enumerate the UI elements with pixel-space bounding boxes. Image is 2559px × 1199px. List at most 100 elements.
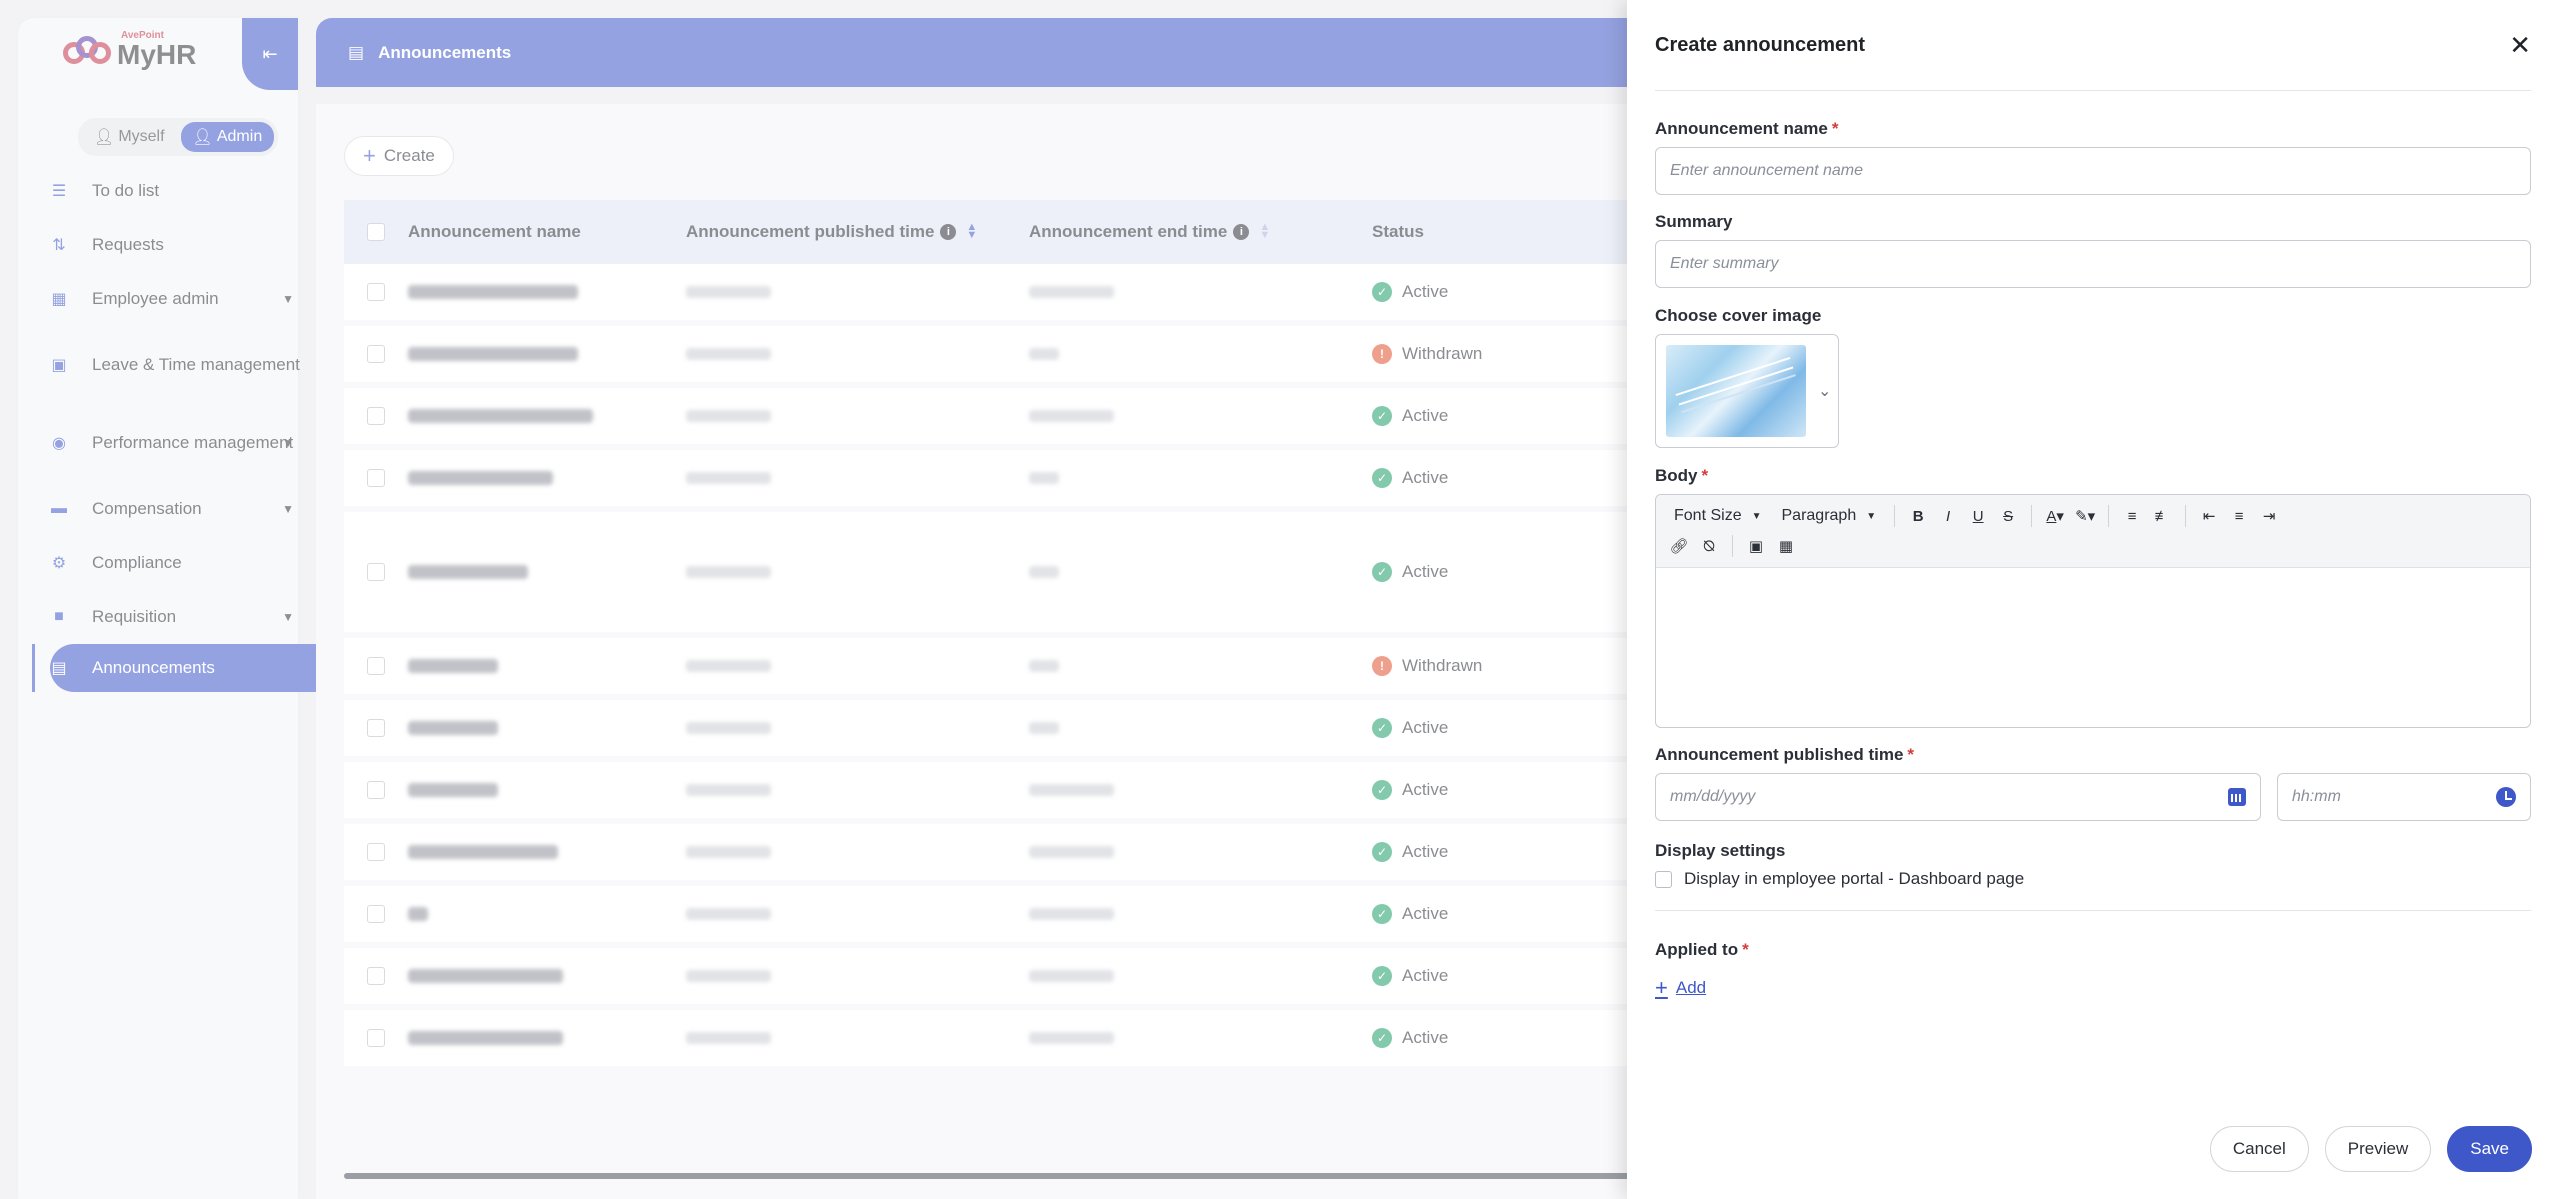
announcement-name-cell[interactable] <box>408 565 528 579</box>
close-icon[interactable]: ✕ <box>2509 32 2531 58</box>
cancel-button[interactable]: Cancel <box>2209 1126 2309 1172</box>
sidebar-item-to-do-list[interactable]: ☰ To do list <box>32 164 316 218</box>
select-all-checkbox[interactable] <box>367 223 385 241</box>
body-rich-text-editor: Font Size ▼ Paragraph ▼ B I U S A ▾ ✎▾ ≡ ≢ … <box>1655 494 2531 728</box>
sidebar-item-employee-admin[interactable]: ▦ Employee admin ▼ <box>32 272 316 326</box>
announcement-name-cell[interactable] <box>408 721 498 735</box>
cover-image-select[interactable]: ⌄ <box>1655 334 1839 448</box>
info-icon[interactable]: i <box>940 224 957 240</box>
status-badge: ✓ Active <box>1372 966 1448 986</box>
align-right-icon[interactable]: ⇥ <box>2256 503 2282 529</box>
column-header-end-time[interactable]: Announcement end time i ▲ ▼ <box>1029 222 1372 242</box>
create-button[interactable]: + Create <box>344 136 454 176</box>
save-button[interactable]: Save <box>2447 1126 2532 1172</box>
italic-icon[interactable]: I <box>1935 503 1961 529</box>
bold-icon[interactable]: B <box>1905 503 1931 529</box>
end-time-cell <box>1029 286 1114 298</box>
display-dashboard-checkbox[interactable] <box>1655 870 1672 888</box>
briefcase-icon: ■ <box>54 608 64 625</box>
announcement-name-cell[interactable] <box>408 471 553 485</box>
collapse-arrow-icon: ⇤ <box>262 43 278 64</box>
info-icon[interactable]: i <box>1233 224 1250 240</box>
column-header-published[interactable]: Announcement published time i ▲ ▼ <box>686 222 1029 242</box>
link-icon[interactable]: 🔗︎ <box>1666 533 1692 559</box>
announcement-name-cell[interactable] <box>408 969 563 983</box>
sidebar-item-announcements[interactable]: ▤ Announcements <box>32 644 316 692</box>
published-time-cell <box>686 348 771 360</box>
row-checkbox[interactable] <box>367 967 385 985</box>
underline-icon[interactable]: U <box>1965 503 1991 529</box>
check-circle-icon: ✓ <box>1372 282 1392 302</box>
strikethrough-icon[interactable]: S <box>1995 503 2021 529</box>
font-size-select[interactable]: Font Size ▼ <box>1666 502 1770 530</box>
row-checkbox[interactable] <box>367 905 385 923</box>
cover-image-label: Choose cover image <box>1655 306 1822 325</box>
published-time-cell <box>686 472 771 484</box>
align-center-icon[interactable]: ≡ <box>2226 503 2252 529</box>
myself-toggle[interactable]: 👤︎ Myself <box>82 122 177 152</box>
announcement-name-cell[interactable] <box>408 347 578 361</box>
divider <box>1655 910 2531 911</box>
status-badge: ✓ Active <box>1372 468 1448 488</box>
sidebar-item-requests[interactable]: ⇅ Requests <box>32 218 316 272</box>
sidebar-item-performance[interactable]: ◉ Performance management ▼ <box>32 404 316 482</box>
collapse-sidebar-button[interactable]: ⇤ <box>242 18 298 90</box>
row-checkbox[interactable] <box>367 469 385 487</box>
table-icon[interactable]: ▦ <box>1773 533 1799 559</box>
date-input[interactable]: mm/dd/yyyy <box>1655 773 2261 821</box>
numbered-list-icon[interactable]: ≢ <box>2149 503 2175 529</box>
paragraph-select[interactable]: Paragraph ▼ <box>1774 502 1885 530</box>
row-checkbox[interactable] <box>367 719 385 737</box>
sidebar-item-leave-time[interactable]: ▣ Leave & Time management <box>32 326 316 404</box>
panel-title: Create announcement <box>1655 33 1866 56</box>
clock-icon[interactable] <box>2496 787 2516 807</box>
align-left-icon[interactable]: ⇤ <box>2196 503 2222 529</box>
row-checkbox[interactable] <box>367 843 385 861</box>
sort-icon[interactable]: ▲ ▼ <box>1259 222 1270 240</box>
published-time-cell <box>686 1032 771 1044</box>
image-icon[interactable]: ▣ <box>1743 533 1769 559</box>
bullet-list-icon[interactable]: ≡ <box>2119 503 2145 529</box>
announcement-name-cell[interactable] <box>408 907 428 921</box>
row-checkbox[interactable] <box>367 657 385 675</box>
calendar-icon[interactable] <box>2228 788 2246 806</box>
sort-icon[interactable]: ▲ ▼ <box>966 222 977 240</box>
logo-title: MyHR <box>117 39 197 70</box>
font-color-icon[interactable]: A ▾ <box>2042 503 2068 529</box>
end-time-cell <box>1029 846 1114 858</box>
highlight-icon[interactable]: ✎▾ <box>2072 503 2098 529</box>
status-badge: ✓ Active <box>1372 842 1448 862</box>
announcement-name-cell[interactable] <box>408 659 498 673</box>
preview-button[interactable]: Preview <box>2324 1126 2432 1172</box>
summary-input[interactable] <box>1655 240 2531 288</box>
sidebar-item-compensation[interactable]: ▬ Compensation ▼ <box>32 482 316 536</box>
announcement-name-cell[interactable] <box>408 285 578 299</box>
editor-content-area[interactable] <box>1656 568 2530 727</box>
time-input[interactable]: hh:mm <box>2277 773 2531 821</box>
announcement-name-input[interactable] <box>1655 147 2531 195</box>
row-checkbox[interactable] <box>367 781 385 799</box>
status-badge: ✓ Active <box>1372 780 1448 800</box>
sidebar-item-requisition[interactable]: ■ Requisition ▼ <box>32 590 316 644</box>
admin-toggle[interactable]: 👤︎ Admin <box>180 122 275 152</box>
announcement-name-cell[interactable] <box>408 845 558 859</box>
row-checkbox[interactable] <box>367 283 385 301</box>
row-checkbox[interactable] <box>367 345 385 363</box>
display-dashboard-option[interactable]: Display in employee portal - Dashboard p… <box>1655 869 2024 889</box>
page-title: Announcements <box>378 42 512 62</box>
caret-down-icon: ▼ <box>1866 510 1877 522</box>
row-checkbox[interactable] <box>367 1029 385 1047</box>
panel-header: Create announcement ✕ <box>1655 0 2531 91</box>
add-applied-to-link[interactable]: + Add <box>1655 975 1706 1001</box>
unlink-icon[interactable]: ⦰ <box>1696 533 1722 559</box>
employee-badge-icon: ▦ <box>51 291 67 308</box>
announcement-name-cell[interactable] <box>408 409 593 423</box>
sidebar-item-compliance[interactable]: ⚙ Compliance <box>32 536 316 590</box>
announcement-name-cell[interactable] <box>408 783 498 797</box>
row-checkbox[interactable] <box>367 563 385 581</box>
announcement-name-cell[interactable] <box>408 1031 563 1045</box>
logo[interactable]: AvePoint MyHR <box>63 30 196 70</box>
end-time-cell <box>1029 784 1114 796</box>
row-checkbox[interactable] <box>367 407 385 425</box>
binoculars-icon: ◉ <box>52 435 66 452</box>
